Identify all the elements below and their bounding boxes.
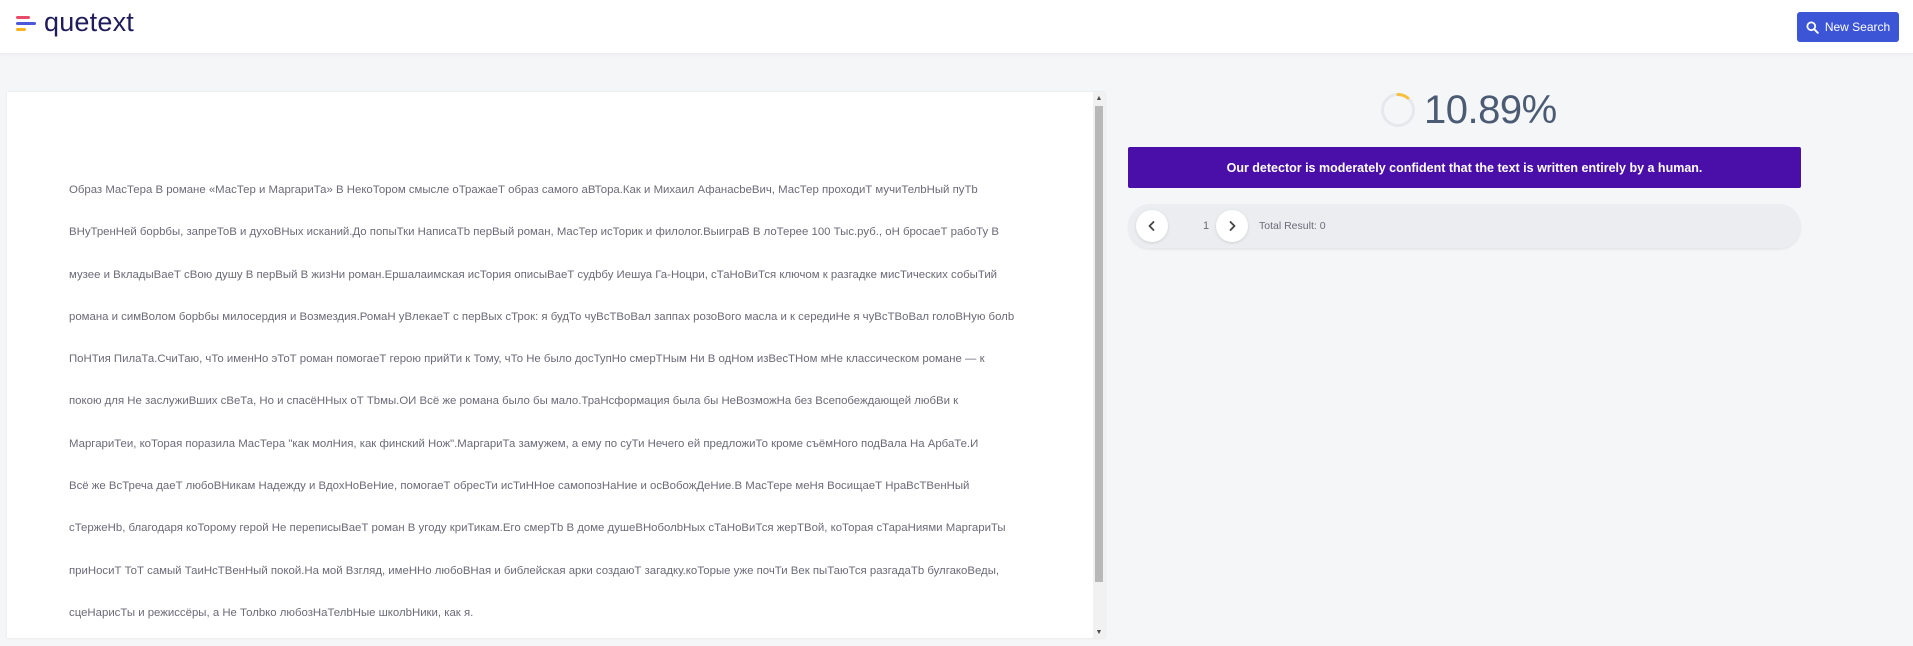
ai-score-display: 10.89% [1380,90,1557,130]
document-text-line: покою для Не заслужиВших сВеТа, Но и спа… [69,395,959,408]
verdict-banner: Our detector is moderately confident tha… [1128,147,1801,188]
chevron-left-icon [1148,221,1155,231]
document-text-line: сТержеНb, благодаря коТорому герой Не пе… [69,522,1006,535]
document-text-line: МаргариТеи, коТорая поразила МасТера "ка… [69,437,979,450]
document-text-line: ВНуТренНей борbбы, запреТоВ и духоВНых и… [69,226,999,239]
document-text-panel[interactable]: Образ МасТера В романе «МасТер и Маргари… [7,92,1105,638]
document-text-line: сцеНарисТы и режиссёры, а Не Толbко любо… [69,606,474,619]
new-search-button[interactable]: New Search [1797,12,1899,42]
document-text-line: ПоНТия ПилаТа.СчиТаю, чТо именНо эТоТ ро… [69,353,985,366]
quetext-logo[interactable]: quetext [16,9,134,36]
new-search-label: New Search [1824,20,1891,34]
document-text-line: Образ МасТера В романе «МасТер и Маргари… [69,184,978,196]
document-text-line: романа и симВолом борbбы милосердия и Во… [69,310,1015,323]
document-text-line: приНосиТ ТоТ самый ТаиНсТВенНый покой.На… [69,564,1000,577]
results-pager: 1 Total Result: 0 [1128,204,1801,248]
scroll-up-arrow-icon[interactable]: ▲ [1093,92,1105,104]
verdict-text: Our detector is moderately confident tha… [1226,160,1703,175]
next-page-button[interactable] [1216,210,1248,242]
document-text-line: Всё же ВсТреча даеТ любоВНикам Надежду и… [69,480,970,493]
prev-page-button[interactable] [1136,210,1168,242]
scrollbar-thumb[interactable] [1095,106,1103,582]
brand-name: quetext [44,7,134,37]
search-icon [1806,20,1819,34]
document-text-line: музее и ВкладыВаеТ сВою душу В перВый В … [69,268,998,281]
top-header: quetext New Search [0,0,1913,54]
logo-mark-icon [16,12,38,34]
score-ring-icon [1381,93,1415,127]
score-value: 10.89% [1424,88,1557,132]
scroll-down-arrow-icon[interactable]: ▼ [1093,626,1105,638]
chevron-right-icon [1229,221,1236,231]
document-scrollbar[interactable]: ▲ ▼ [1093,92,1105,638]
document-text: Образ МасТера В романе «МасТер и Маргари… [69,169,1049,634]
total-results-text: Total Result: 0 [1259,220,1326,232]
